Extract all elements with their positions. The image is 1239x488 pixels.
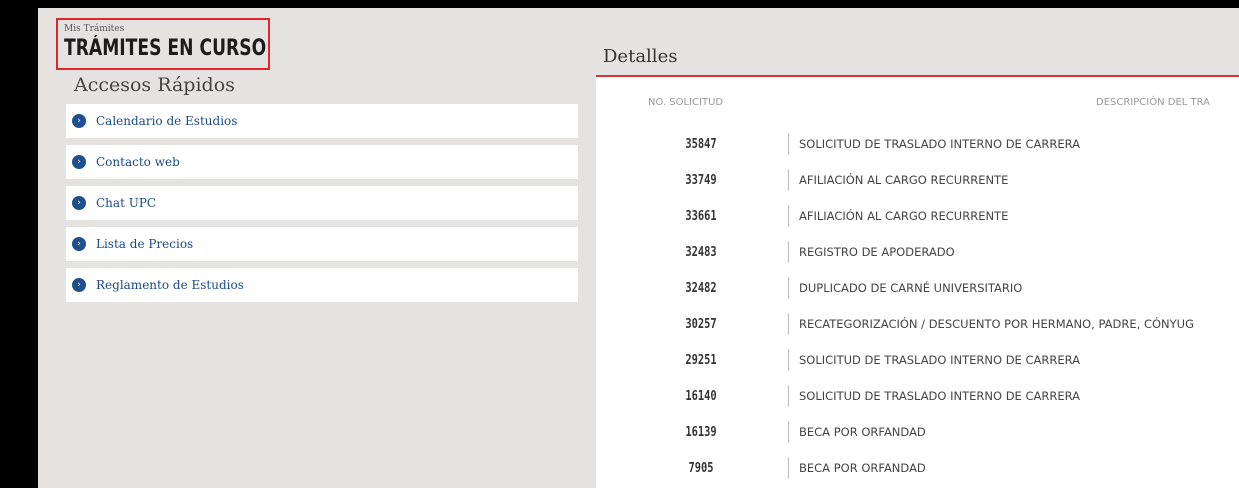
table-row[interactable]: 16139 BECA POR ORFANDAD xyxy=(596,415,1239,451)
request-number: 35847 xyxy=(685,137,717,152)
request-description: SOLICITUD DE TRASLADO INTERNO DE CARRERA xyxy=(788,349,1080,371)
request-number: 33661 xyxy=(685,209,717,224)
request-description: AFILIACIÓN AL CARGO RECURRENTE xyxy=(788,169,1008,191)
details-heading: Detalles xyxy=(603,46,678,67)
table-row[interactable]: 7905 BECA POR ORFANDAD xyxy=(596,451,1239,487)
request-number: 30257 xyxy=(685,317,717,332)
request-description: REGISTRO DE APODERADO xyxy=(788,241,955,263)
chevron-right-circle-icon: › xyxy=(72,196,86,210)
chevron-right-circle-icon: › xyxy=(72,278,86,292)
table-row[interactable]: 33749 AFILIACIÓN AL CARGO RECURRENTE xyxy=(596,163,1239,199)
column-header-description: DESCRIPCIÓN DEL TRA xyxy=(1096,97,1210,108)
request-number: 7905 xyxy=(688,461,714,476)
request-number: 29251 xyxy=(685,353,717,368)
quick-link-calendario[interactable]: › Calendario de Estudios xyxy=(66,104,578,138)
table-row[interactable]: 29251 SOLICITUD DE TRASLADO INTERNO DE C… xyxy=(596,343,1239,379)
quick-link-label: Calendario de Estudios xyxy=(96,114,238,128)
request-description: BECA POR ORFANDAD xyxy=(788,457,926,479)
request-description: SOLICITUD DE TRASLADO INTERNO DE CARRERA xyxy=(788,133,1080,155)
quick-link-label: Chat UPC xyxy=(96,196,157,210)
page: Mis Trámites TRÁMITES EN CURSO Accesos R… xyxy=(38,8,1239,488)
chevron-right-circle-icon: › xyxy=(72,237,86,251)
request-number: 33749 xyxy=(685,173,717,188)
quick-link-reglamento[interactable]: › Reglamento de Estudios xyxy=(66,268,578,302)
request-number: 32483 xyxy=(685,245,717,260)
table-row[interactable]: 35847 SOLICITUD DE TRASLADO INTERNO DE C… xyxy=(596,127,1239,163)
table-row[interactable]: 30257 RECATEGORIZACIÓN / DESCUENTO POR H… xyxy=(596,307,1239,343)
request-description: SOLICITUD DE TRASLADO INTERNO DE CARRERA xyxy=(788,385,1080,407)
request-number: 16140 xyxy=(685,389,717,404)
quick-link-contacto[interactable]: › Contacto web xyxy=(66,145,578,179)
quick-link-precios[interactable]: › Lista de Precios xyxy=(66,227,578,261)
quick-access-heading: Accesos Rápidos xyxy=(74,74,235,96)
quick-link-chat[interactable]: › Chat UPC xyxy=(66,186,578,220)
chevron-right-circle-icon: › xyxy=(72,114,86,128)
request-description: DUPLICADO DE CARNÉ UNIVERSITARIO xyxy=(788,277,1022,299)
column-header-number: NO. SOLICITUD xyxy=(648,97,724,108)
chevron-right-circle-icon: › xyxy=(72,155,86,169)
breadcrumb[interactable]: Mis Trámites xyxy=(64,24,124,34)
quick-link-label: Contacto web xyxy=(96,155,180,169)
quick-link-label: Reglamento de Estudios xyxy=(96,278,244,292)
details-table: NO. SOLICITUD DESCRIPCIÓN DEL TRA 35847 … xyxy=(596,77,1239,488)
request-description: RECATEGORIZACIÓN / DESCUENTO POR HERMANO… xyxy=(788,313,1194,335)
quick-access-list: › Calendario de Estudios › Contacto web … xyxy=(66,104,578,309)
quick-link-label: Lista de Precios xyxy=(96,237,194,251)
request-description: BECA POR ORFANDAD xyxy=(788,421,926,443)
table-row[interactable]: 16140 SOLICITUD DE TRASLADO INTERNO DE C… xyxy=(596,379,1239,415)
table-row[interactable]: 32482 DUPLICADO DE CARNÉ UNIVERSITARIO xyxy=(596,271,1239,307)
request-number: 16139 xyxy=(685,425,717,440)
table-row[interactable]: 33661 AFILIACIÓN AL CARGO RECURRENTE xyxy=(596,199,1239,235)
table-row[interactable]: 32483 REGISTRO DE APODERADO xyxy=(596,235,1239,271)
request-description: AFILIACIÓN AL CARGO RECURRENTE xyxy=(788,205,1008,227)
request-number: 32482 xyxy=(685,281,717,296)
page-title: TRÁMITES EN CURSO xyxy=(64,36,267,61)
